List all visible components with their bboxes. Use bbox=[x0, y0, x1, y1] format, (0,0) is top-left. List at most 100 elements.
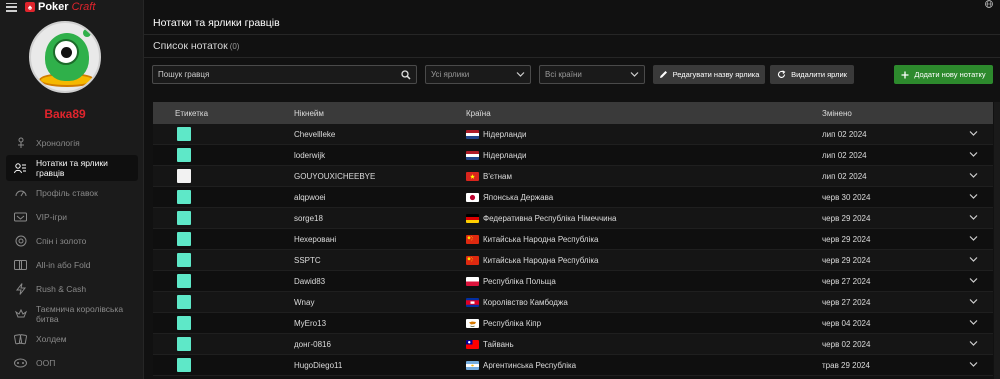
gauge-icon bbox=[14, 187, 27, 200]
scrollbar[interactable] bbox=[994, 102, 1000, 379]
nickname-cell: GOUYOUXICHEEBYE bbox=[294, 172, 376, 181]
modified-date-cell: черв 30 2024 bbox=[822, 193, 871, 202]
sidebar-item-rush-cash[interactable]: Rush & Cash bbox=[6, 277, 138, 301]
sidebar-item-all-in-fold[interactable]: All-in або Fold bbox=[6, 253, 138, 277]
label-color-swatch[interactable] bbox=[177, 211, 191, 225]
label-color-swatch[interactable] bbox=[177, 169, 191, 183]
edit-label-name-button[interactable]: Редагувати назву ярлика bbox=[653, 65, 765, 84]
country-cell: Нідерланди bbox=[483, 130, 527, 139]
country-cell: Нідерланди bbox=[483, 151, 527, 160]
table-header: Етикетка Нікнейм Країна Змінено bbox=[153, 102, 993, 124]
divider bbox=[144, 57, 1000, 58]
chevron-down-icon[interactable] bbox=[969, 172, 978, 179]
label-color-swatch[interactable] bbox=[177, 316, 191, 330]
chevron-down-icon[interactable] bbox=[969, 319, 978, 326]
sidebar-item-label: All-in або Fold bbox=[36, 260, 91, 270]
sidebar-item-mystery-battle[interactable]: Таємнича королівська битва bbox=[6, 301, 138, 327]
label-color-swatch[interactable] bbox=[177, 274, 191, 288]
sidebar-item-spin-gold[interactable]: Спін і золото bbox=[6, 229, 138, 253]
modified-date-cell: черв 27 2024 bbox=[822, 298, 871, 307]
sidebar-item-betting-profile[interactable]: Профіль ставок bbox=[6, 181, 138, 205]
country-cell: В'єтнам bbox=[483, 172, 512, 181]
modified-date-cell: черв 29 2024 bbox=[822, 214, 871, 223]
notes-count: (0) bbox=[229, 42, 240, 51]
chevron-down-icon[interactable] bbox=[969, 340, 978, 347]
modified-date-cell: черв 29 2024 bbox=[822, 235, 871, 244]
sidebar-item-label: VIP-ігри bbox=[36, 212, 67, 222]
chevron-down-icon[interactable] bbox=[969, 214, 978, 221]
table-row[interactable]: Нехеровані Китайська Народна Республіка че… bbox=[153, 229, 993, 250]
label-color-swatch[interactable] bbox=[177, 358, 191, 372]
label-color-swatch[interactable] bbox=[177, 337, 191, 351]
table-row[interactable]: Chevellleke Нідерланди лип 02 2024 bbox=[153, 124, 993, 145]
column-header-modified[interactable]: Змінено bbox=[822, 109, 852, 118]
label-color-swatch[interactable] bbox=[177, 127, 191, 141]
country-cell: Тайвань bbox=[483, 340, 514, 349]
column-header-country[interactable]: Країна bbox=[466, 109, 491, 118]
table-row[interactable]: GOUYOUXICHEEBYE В'єтнам лип 02 2024 bbox=[153, 166, 993, 187]
countries-select-value: Всі країни bbox=[545, 70, 582, 79]
country-cell: Федеративна Республіка Німеччина bbox=[483, 214, 617, 223]
chevron-down-icon bbox=[630, 72, 639, 77]
country-cell: Китайська Народна Республіка bbox=[483, 256, 599, 265]
chevron-down-icon[interactable] bbox=[969, 151, 978, 158]
menu-icon[interactable] bbox=[6, 2, 17, 12]
search-input[interactable] bbox=[158, 70, 398, 79]
add-note-button[interactable]: Додати нову нотатку bbox=[894, 65, 993, 84]
players-notes-icon bbox=[14, 162, 27, 175]
label-color-swatch[interactable] bbox=[177, 232, 191, 246]
table-row[interactable]: Dawid83 Республіка Польща черв 27 2024 bbox=[153, 271, 993, 292]
monster-antenna bbox=[83, 29, 91, 37]
chevron-down-icon[interactable] bbox=[969, 277, 978, 284]
table-row[interactable]: MyEro13 Республіка Кіпр черв 04 2024 bbox=[153, 313, 993, 334]
column-header-label[interactable]: Етикетка bbox=[175, 109, 208, 118]
label-color-swatch[interactable] bbox=[177, 295, 191, 309]
notes-table: Етикетка Нікнейм Країна Змінено Chevelll… bbox=[153, 102, 993, 376]
table-row[interactable]: sorge18 Федеративна Республіка Німеччина ч… bbox=[153, 208, 993, 229]
search-icon[interactable] bbox=[401, 70, 411, 80]
table-row[interactable]: loderwijk Нідерланди лип 02 2024 bbox=[153, 145, 993, 166]
label-color-swatch[interactable] bbox=[177, 148, 191, 162]
label-color-swatch[interactable] bbox=[177, 253, 191, 267]
flag-vn-icon bbox=[466, 172, 479, 181]
table-row[interactable]: alqpwoei Японська Держава черв 30 2024 bbox=[153, 187, 993, 208]
chevron-down-icon[interactable] bbox=[969, 361, 978, 368]
modified-date-cell: лип 02 2024 bbox=[822, 130, 867, 139]
sidebar-item-holdem[interactable]: Холдем bbox=[6, 327, 138, 351]
notes-list-title: Список нотаток (0) bbox=[153, 40, 239, 52]
chevron-down-icon[interactable] bbox=[969, 256, 978, 263]
sidebar-item-timeline[interactable]: Хронологія bbox=[6, 131, 138, 155]
sidebar-item-label: Нотатки та ярлики гравців bbox=[36, 158, 108, 178]
chevron-down-icon[interactable] bbox=[969, 298, 978, 305]
table-row[interactable]: донг-0816 Тайвань черв 02 2024 bbox=[153, 334, 993, 355]
labels-select[interactable]: Усі ярлики bbox=[425, 65, 531, 84]
countries-select[interactable]: Всі країни bbox=[539, 65, 645, 84]
flag-kh-icon bbox=[466, 298, 479, 307]
chevron-down-icon[interactable] bbox=[969, 130, 978, 137]
sidebar-item-oop[interactable]: ООП bbox=[6, 351, 138, 375]
avatar[interactable] bbox=[29, 21, 101, 93]
sidebar-item-label: Спін і золото bbox=[36, 236, 87, 246]
sidebar: ♠ Poker Craft Вака89 Хронологія Нотатки т… bbox=[0, 0, 144, 379]
modified-date-cell: черв 02 2024 bbox=[822, 340, 871, 349]
plus-icon bbox=[901, 71, 909, 78]
chevron-down-icon[interactable] bbox=[969, 193, 978, 200]
flag-cn-icon bbox=[466, 256, 479, 265]
monster-pupil bbox=[61, 47, 72, 58]
country-cell: Японська Держава bbox=[483, 193, 554, 202]
flag-tw-icon bbox=[466, 340, 479, 349]
table-row[interactable]: SSPTC Китайська Народна Республіка черв 29… bbox=[153, 250, 993, 271]
label-color-swatch[interactable] bbox=[177, 190, 191, 204]
flag-cy-icon bbox=[466, 319, 479, 328]
globe-icon[interactable] bbox=[984, 0, 994, 8]
sidebar-item-player-notes[interactable]: Нотатки та ярлики гравців bbox=[6, 155, 138, 181]
nickname-cell: Dawid83 bbox=[294, 277, 326, 286]
player-search bbox=[152, 65, 417, 84]
chevron-down-icon[interactable] bbox=[969, 235, 978, 242]
table-row[interactable]: HugoDiego11 Аргентинська Республіка трав 2… bbox=[153, 355, 993, 376]
delete-label-button[interactable]: Видалити ярлик bbox=[770, 65, 854, 84]
column-header-nickname[interactable]: Нікнейм bbox=[294, 109, 324, 118]
flag-de-icon bbox=[466, 214, 479, 223]
table-row[interactable]: Wnay Королівство Камбоджа черв 27 2024 bbox=[153, 292, 993, 313]
sidebar-item-vip-games[interactable]: VIP-ігри bbox=[6, 205, 138, 229]
